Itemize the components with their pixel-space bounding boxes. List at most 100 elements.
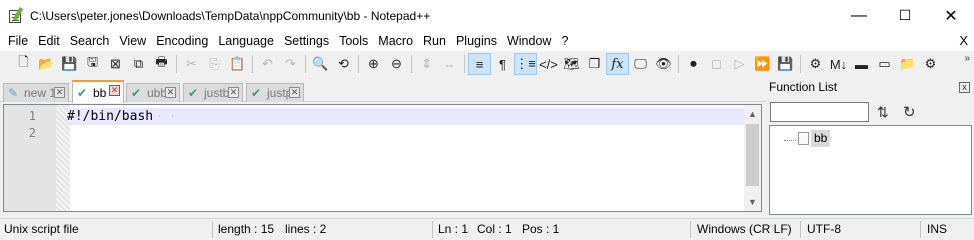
menu-search[interactable]: Search (65, 31, 115, 51)
stop-recording-icon[interactable]: ◻ (705, 53, 728, 75)
indent-guide-icon[interactable]: ⋮≡ (514, 53, 537, 75)
function-list-panel: Function List x ⇅ ↻ bb (766, 77, 974, 216)
menu-tools[interactable]: Tools (334, 31, 373, 51)
menu-language[interactable]: Language (213, 31, 279, 51)
saved-file-icon: ✔ (77, 85, 88, 100)
menu-help[interactable]: ? (556, 31, 573, 51)
eol-marker: · · (156, 110, 176, 123)
plugin-4-icon[interactable]: ▭ (873, 53, 896, 75)
plugin-3-icon[interactable]: ▬ (850, 53, 873, 75)
tab-justb[interactable]: ✔ justb ✕ (183, 83, 243, 102)
close-document-button[interactable]: X (959, 31, 968, 51)
menu-macro[interactable]: Macro (373, 31, 418, 51)
saved-file-icon: ✔ (251, 86, 262, 100)
save-all-icon[interactable]: 🖫 (81, 53, 104, 75)
paste-icon[interactable]: 📋 (226, 53, 249, 75)
markdown-icon[interactable]: M↓ (827, 53, 850, 75)
function-list-icon[interactable]: fx (606, 53, 629, 75)
toolbar-separator (358, 55, 359, 73)
save-macro-icon[interactable]: 💾 (774, 53, 797, 75)
status-insert-mode[interactable]: INS (927, 222, 947, 236)
playback-macro-icon[interactable]: ▷ (728, 53, 751, 75)
plugin-6-icon[interactable]: ⚙ (919, 53, 942, 75)
run-macro-multiple-icon[interactable]: ⏩ (751, 53, 774, 75)
panel-title: Function List (769, 80, 838, 94)
copy-icon[interactable]: ⎘ (203, 53, 226, 75)
file-icon (798, 132, 809, 145)
monitoring-icon[interactable]: 👁 (652, 53, 675, 75)
record-macro-icon[interactable]: ⏺ (682, 53, 705, 75)
document-map-icon[interactable]: 🗺 (560, 53, 583, 75)
xml-tag-icon[interactable]: </> (537, 53, 560, 75)
status-eol-format[interactable]: Windows (CR LF) (697, 222, 792, 236)
toolbar-overflow-icon[interactable]: » (964, 53, 970, 64)
plugin-5-icon[interactable]: 📁 (896, 53, 919, 75)
menu-encoding[interactable]: Encoding (151, 31, 213, 51)
tab-close-icon[interactable]: ✕ (228, 87, 239, 98)
tab-close-icon[interactable]: ✕ (165, 87, 176, 98)
line-number-margin: 1 2 (4, 105, 56, 211)
close-button[interactable]: ✕ (928, 0, 974, 31)
tab-justp[interactable]: ✔ justp ✕ (246, 83, 304, 102)
tab-bb[interactable]: ✔ bb ✕ (72, 80, 124, 103)
tab-close-icon[interactable]: ✕ (54, 87, 65, 98)
plugin-1-icon[interactable]: ⚙ (804, 53, 827, 75)
reload-icon[interactable]: ↻ (903, 103, 916, 121)
tab-label: justb (204, 86, 230, 100)
tab-ubb[interactable]: ✔ ubb ✕ (126, 83, 180, 102)
toolbar-separator (464, 55, 465, 73)
new-file-icon[interactable]: 🗋 (12, 53, 35, 75)
print-icon[interactable]: 🖶 (150, 53, 173, 75)
replace-icon[interactable]: ⟲ (332, 53, 355, 75)
sort-icon[interactable]: ⇅ (877, 104, 889, 121)
status-divider (212, 221, 213, 238)
menu-window[interactable]: Window (502, 31, 556, 51)
menu-plugins[interactable]: Plugins (451, 31, 502, 51)
maximize-button[interactable]: ☐ (882, 0, 928, 31)
scrollbar-thumb[interactable] (746, 124, 759, 186)
document-list-icon[interactable]: ❐ (583, 53, 606, 75)
toolbar-separator (176, 55, 177, 73)
zoom-in-icon[interactable]: ⊕ (362, 53, 385, 75)
open-file-icon[interactable]: 📂 (35, 53, 58, 75)
vertical-scrollbar[interactable]: ▲ ▼ (744, 105, 761, 211)
status-position: Pos : 1 (522, 222, 560, 236)
menu-edit[interactable]: Edit (33, 31, 65, 51)
tab-close-icon[interactable]: ✕ (289, 87, 300, 98)
tab-new-1[interactable]: ✎ new 1 ✕ (3, 83, 69, 102)
close-all-icon[interactable]: ⧉ (127, 53, 150, 75)
editor-area[interactable]: 1 2 #!/bin/bash · · ▲ ▼ (3, 104, 762, 212)
menu-settings[interactable]: Settings (279, 31, 334, 51)
code-line-1[interactable]: #!/bin/bash · · (67, 108, 176, 125)
undo-icon[interactable]: ↶ (256, 53, 279, 75)
cut-icon[interactable]: ✂ (180, 53, 203, 75)
menu-view[interactable]: View (114, 31, 151, 51)
show-all-chars-icon[interactable]: ¶ (491, 53, 514, 75)
scroll-down-icon[interactable]: ▼ (744, 194, 761, 211)
zoom-out-icon[interactable]: ⊖ (385, 53, 408, 75)
save-icon[interactable]: 💾 (58, 53, 81, 75)
folder-as-workspace-icon[interactable]: 🖵 (629, 53, 652, 75)
tree-root-item[interactable]: bb (811, 130, 831, 147)
panel-close-icon[interactable]: x (959, 82, 970, 93)
toolbar-separator (305, 55, 306, 73)
minimize-button[interactable]: — (836, 0, 882, 31)
tab-close-icon[interactable]: ✕ (109, 85, 120, 96)
scroll-up-icon[interactable]: ▲ (744, 106, 761, 123)
function-tree[interactable]: bb (769, 125, 972, 215)
menu-run[interactable]: Run (418, 31, 451, 51)
status-length: length : 15 (218, 222, 275, 236)
status-bar: Unix script file length : 15 lines : 2 L… (0, 218, 974, 240)
redo-icon[interactable]: ↷ (279, 53, 302, 75)
word-wrap-icon[interactable]: ≡ (468, 53, 491, 75)
sync-horizontal-icon[interactable]: ⇔ (438, 53, 461, 75)
status-encoding[interactable]: UTF-8 (807, 222, 841, 236)
function-search-input[interactable] (770, 102, 869, 122)
sync-vertical-icon[interactable]: ⇕ (415, 53, 438, 75)
menu-file[interactable]: File (0, 31, 33, 51)
status-file-type: Unix script file (4, 222, 79, 236)
close-icon[interactable]: ⊠ (104, 53, 127, 75)
status-divider (690, 221, 691, 238)
tab-label: bb (93, 85, 107, 100)
find-icon[interactable]: 🔍 (309, 53, 332, 75)
